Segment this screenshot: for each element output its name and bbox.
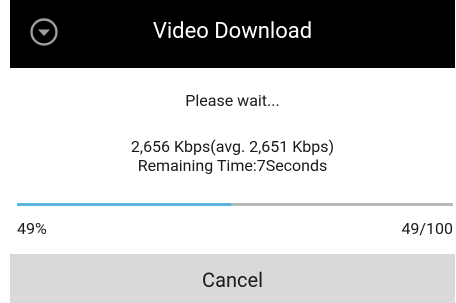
download-speed: 2,656 Kbps(avg. 2,651 Kbps) (130, 137, 335, 156)
progress-count: 49/100 (401, 219, 453, 238)
remaining-time: Remaining Time:7Seconds (137, 156, 328, 175)
progress-fill (17, 203, 231, 206)
wait-message: Please wait... (185, 91, 280, 110)
progress-percent: 49% (17, 219, 47, 238)
dialog-title-bar: Video Download (10, 0, 455, 68)
cancel-button[interactable]: Cancel (10, 254, 455, 303)
dialog-title: Video Download (152, 19, 313, 44)
download-dialog: Video Download Please wait... 2,656 Kbps… (10, 0, 455, 303)
download-progress-bar (17, 203, 453, 206)
